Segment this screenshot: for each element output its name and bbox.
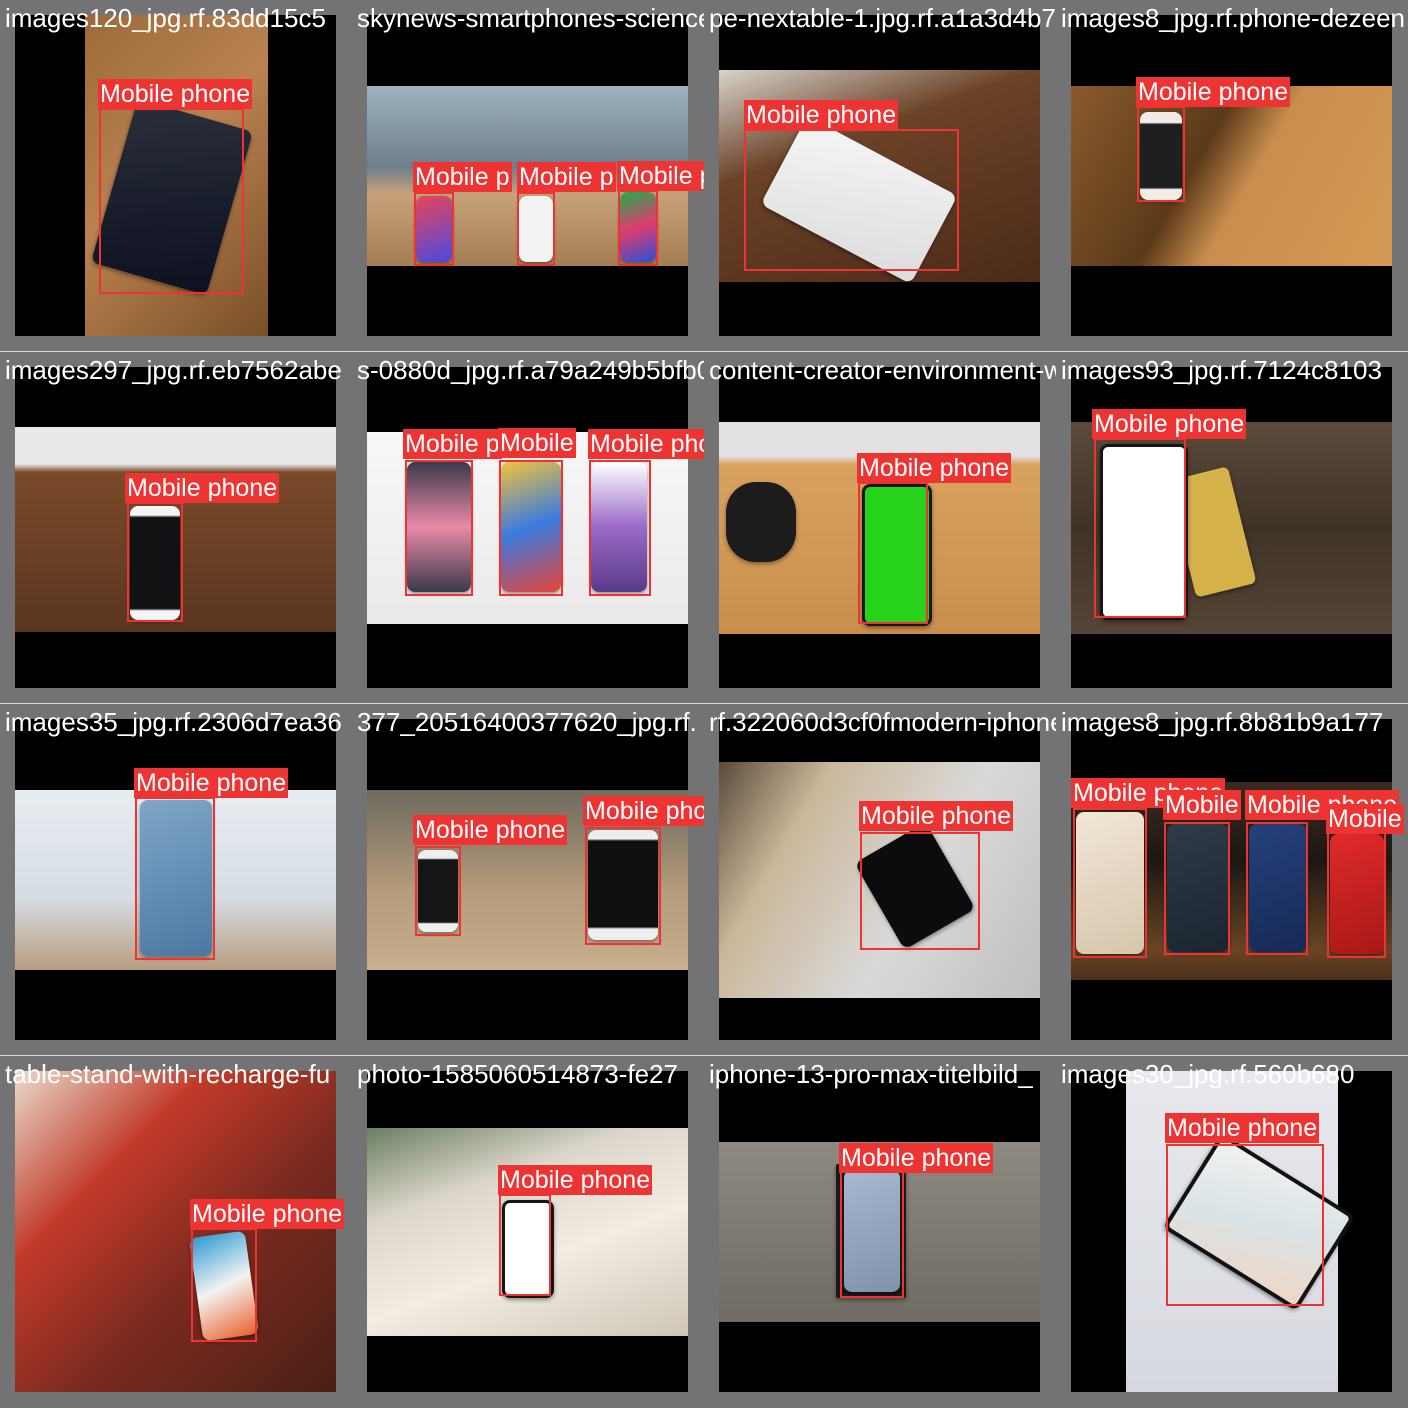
tile-3: Mobile phone pe-nextable-1.jpg.rf.a1a3d4… xyxy=(704,0,1056,352)
detection-grid: Mobile phone images120_jpg.rf.83dd15c5 M… xyxy=(0,0,1408,1408)
detection-label: Mobile phone xyxy=(125,473,280,503)
bounding-box xyxy=(1094,438,1186,618)
row-divider xyxy=(0,1055,1408,1056)
tile-title: table-stand-with-recharge-fu xyxy=(5,1059,331,1089)
detection-label: Mobile xyxy=(498,428,576,458)
bounding-box xyxy=(499,1194,551,1296)
row-divider xyxy=(0,351,1408,352)
bounding-box xyxy=(135,797,215,960)
detection-label: Mobile phone xyxy=(588,429,704,459)
detection-label: Mobile phone xyxy=(857,453,1012,483)
tile-title: images120_jpg.rf.83dd15c5 xyxy=(5,3,326,33)
detection-label: Mobile phone xyxy=(1165,1113,1320,1143)
tile-6: Mobile p Mobile Mobile phone s-0880d_jpg… xyxy=(352,352,704,704)
bounding-box xyxy=(191,1228,257,1342)
tile-11: Mobile phone rf.322060d3cf0fmodern-iphon… xyxy=(704,704,1056,1056)
bounding-box xyxy=(1246,822,1308,955)
bounding-box xyxy=(1166,1144,1324,1306)
bounding-box xyxy=(1164,822,1230,955)
detection-label: Mobile p xyxy=(403,429,502,459)
detection-label: Mobile phone xyxy=(617,161,704,191)
tile-13: Mobile phone table-stand-with-recharge-f… xyxy=(0,1056,352,1408)
tile-14: Mobile phone photo-1585060514873-fe27 xyxy=(352,1056,704,1408)
tile-title: photo-1585060514873-fe27 xyxy=(357,1059,678,1089)
detection-label: Mobile xyxy=(1163,790,1241,820)
tile-7: Mobile phone content-creator-environment… xyxy=(704,352,1056,704)
tile-title: skynews-smartphones-science-45533081.jpg xyxy=(357,3,704,33)
detection-label: Mobile phone xyxy=(839,1143,994,1173)
tile-title: images8_jpg.rf.8b81b9a177 xyxy=(1061,707,1384,737)
tile-4: Mobile phone images8_jpg.rf.phone-dezeen xyxy=(1056,0,1408,352)
detection-label: Mobile p xyxy=(413,162,512,192)
detection-label: Mobile phone xyxy=(1092,409,1247,439)
tile-title: s-0880d_jpg.rf.a79a249b5bfb0 xyxy=(357,355,704,385)
tile-12: Mobile phone Mobile Mobile phone Mobile … xyxy=(1056,704,1408,1056)
tile-title: images297_jpg.rf.eb7562abe xyxy=(5,355,342,385)
bounding-box xyxy=(414,192,454,266)
tile-title: iphone-13-pro-max-titelbild_ xyxy=(709,1059,1033,1089)
bounding-box xyxy=(860,832,980,950)
detection-label: Mobile phone xyxy=(583,796,704,826)
tile-8: Mobile phone images93_jpg.rf.7124c8103 xyxy=(1056,352,1408,704)
bounding-box xyxy=(127,502,183,622)
row-divider xyxy=(0,703,1408,704)
tile-title: images35_jpg.rf.2306d7ea36 xyxy=(5,707,342,737)
bounding-box xyxy=(858,482,928,624)
detection-label: Mobile phone xyxy=(413,815,568,845)
bounding-box xyxy=(1327,832,1386,958)
tile-2: Mobile p Mobile p Mobile phone skynews-s… xyxy=(352,0,704,352)
detection-label: Mobile phone xyxy=(98,79,253,109)
bounding-box xyxy=(499,460,563,596)
bounding-box xyxy=(517,192,555,266)
detection-label: Mobile phone xyxy=(744,100,899,130)
detection-label: Mobile phone xyxy=(1136,77,1291,107)
bounding-box xyxy=(415,846,461,936)
tile-title: images30_jpg.rf.560b680 xyxy=(1061,1059,1355,1089)
bounding-box xyxy=(589,460,651,596)
bounding-box xyxy=(840,1168,904,1298)
tile-5: Mobile phone images297_jpg.rf.eb7562abe xyxy=(0,352,352,704)
bounding-box xyxy=(744,129,959,271)
tile-1: Mobile phone images120_jpg.rf.83dd15c5 xyxy=(0,0,352,352)
tile-10: Mobile phone Mobile phone 377_2051640037… xyxy=(352,704,704,1056)
tile-title: images93_jpg.rf.7124c8103 xyxy=(1061,355,1382,385)
tile-photo xyxy=(15,1071,336,1392)
bounding-box xyxy=(1073,808,1147,958)
tile-9: Mobile phone images35_jpg.rf.2306d7ea36 xyxy=(0,704,352,1056)
detection-label: Mobile xyxy=(1326,804,1404,834)
bounding-box xyxy=(585,827,661,945)
tile-title: 377_20516400377620_jpg.rf. xyxy=(357,707,697,737)
bounding-box xyxy=(1137,106,1185,202)
bounding-box xyxy=(405,460,473,596)
tile-16: Mobile phone images30_jpg.rf.560b680 xyxy=(1056,1056,1408,1408)
bounding-box xyxy=(618,190,658,266)
tile-15: Mobile phone iphone-13-pro-max-titelbild… xyxy=(704,1056,1056,1408)
detection-label: Mobile phone xyxy=(498,1165,653,1195)
bounding-box xyxy=(99,108,244,294)
tile-title: pe-nextable-1.jpg.rf.a1a3d4b7d3f59784f0 xyxy=(709,3,1056,33)
tile-title: images8_jpg.rf.phone-dezeen xyxy=(1061,3,1406,33)
detection-label: Mobile phone xyxy=(134,768,289,798)
tile-title: rf.322060d3cf0fmodern-iphone-case xyxy=(709,707,1056,737)
tile-title: content-creator-environment-with-keyb xyxy=(709,355,1056,385)
tile-photo xyxy=(1071,86,1392,266)
detection-label: Mobile p xyxy=(517,162,616,192)
detection-label: Mobile phone xyxy=(859,801,1014,831)
detection-label: Mobile phone xyxy=(190,1199,345,1229)
camera-image xyxy=(726,482,796,562)
